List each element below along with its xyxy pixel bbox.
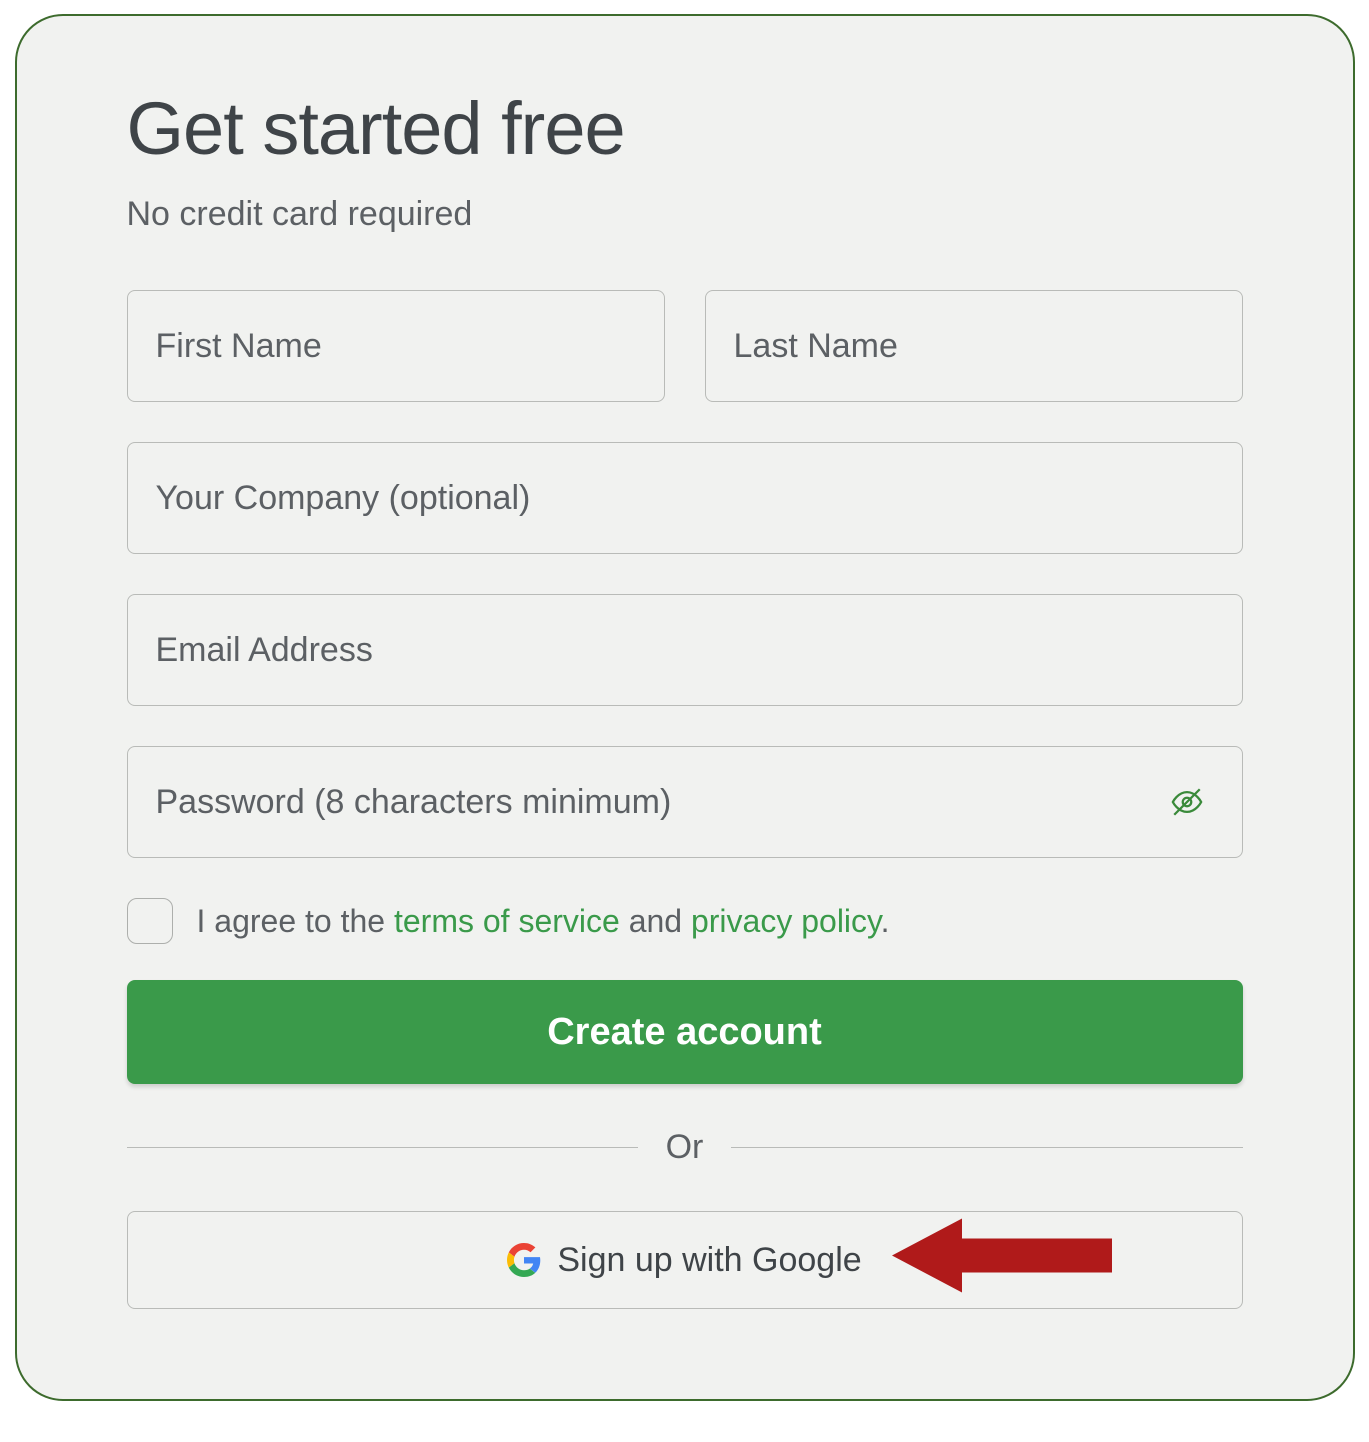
- google-icon: [507, 1243, 541, 1277]
- agree-middle: and: [620, 903, 691, 939]
- sign-up-with-google-button[interactable]: Sign up with Google: [127, 1211, 1243, 1309]
- divider-line-right: [731, 1147, 1242, 1148]
- divider: Or: [127, 1128, 1243, 1167]
- email-input[interactable]: [127, 594, 1243, 706]
- agree-suffix: .: [881, 903, 890, 939]
- privacy-policy-link[interactable]: privacy policy: [691, 903, 881, 939]
- annotation-arrow-icon: [892, 1211, 1112, 1310]
- google-button-label: Sign up with Google: [557, 1241, 861, 1280]
- agree-prefix: I agree to the: [197, 903, 394, 939]
- password-row: [127, 746, 1243, 858]
- terms-agree-row: I agree to the terms of service and priv…: [127, 898, 1243, 944]
- company-row: [127, 442, 1243, 554]
- password-input[interactable]: [127, 746, 1243, 858]
- divider-line-left: [127, 1147, 638, 1148]
- email-row: [127, 594, 1243, 706]
- first-name-input[interactable]: [127, 290, 665, 402]
- terms-agree-text: I agree to the terms of service and priv…: [197, 903, 890, 940]
- company-input[interactable]: [127, 442, 1243, 554]
- create-account-button[interactable]: Create account: [127, 980, 1243, 1084]
- password-visibility-toggle-icon[interactable]: [1167, 782, 1207, 822]
- name-row: [127, 290, 1243, 402]
- last-name-input[interactable]: [705, 290, 1243, 402]
- subtitle: No credit card required: [127, 195, 1243, 234]
- terms-of-service-link[interactable]: terms of service: [394, 903, 620, 939]
- divider-label: Or: [666, 1128, 704, 1167]
- page-title: Get started free: [127, 86, 1243, 171]
- signup-card: Get started free No credit card required…: [15, 14, 1355, 1401]
- terms-agree-checkbox[interactable]: [127, 898, 173, 944]
